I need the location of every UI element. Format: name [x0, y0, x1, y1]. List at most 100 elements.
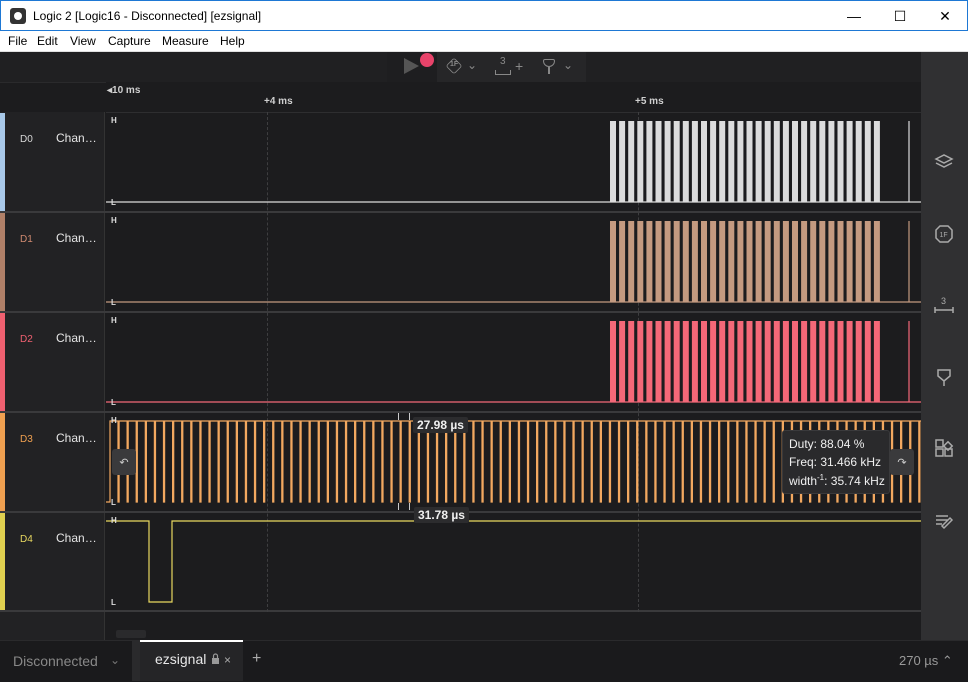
- signal-pulse-d1: [810, 221, 817, 302]
- add-tab-button[interactable]: +: [252, 650, 261, 668]
- channel-header-d0[interactable]: [0, 112, 105, 211]
- signal-pulse-d2: [737, 321, 744, 402]
- channel-color-d0: [0, 113, 5, 211]
- signal-pulse-d0: [619, 121, 626, 202]
- channel-name-d2[interactable]: Chan…: [56, 331, 97, 345]
- signal-pulse-d0: [655, 121, 662, 202]
- level-high-d2: H: [111, 316, 117, 325]
- signal-pulse-d1: [773, 221, 780, 302]
- maximize-button[interactable]: ☐: [877, 1, 923, 31]
- waveform-canvas[interactable]: [106, 112, 921, 612]
- prev-edge-button[interactable]: ↶: [112, 449, 136, 475]
- minimize-button[interactable]: —: [831, 1, 877, 31]
- signal-pulse-d2: [846, 321, 853, 402]
- channel-header-d1[interactable]: [0, 213, 105, 311]
- markers-icon[interactable]: [933, 366, 955, 388]
- signal-pulse-d1: [819, 221, 826, 302]
- signal-pulse-d0: [764, 121, 771, 202]
- level-low-d1: L: [111, 298, 116, 307]
- signal-pulse-d1: [792, 221, 798, 302]
- zoom-level-control[interactable]: 270 µs ⌃: [899, 653, 953, 669]
- signal-pulse-d2: [782, 321, 789, 402]
- layers-icon[interactable]: [933, 150, 955, 172]
- chevron-down-icon[interactable]: ⌄: [563, 58, 573, 72]
- channel-id-d2: D2: [20, 334, 33, 345]
- channel-name-d3[interactable]: Chan…: [56, 431, 97, 445]
- add-measurement-button[interactable]: +: [515, 58, 523, 74]
- pulse-width-top: 27.98 µs: [413, 417, 468, 433]
- channel-name-d0[interactable]: Chan…: [56, 131, 97, 145]
- signal-pulse-d0: [828, 121, 835, 202]
- signal-pulse-d1: [673, 221, 680, 302]
- signal-pulse-d0: [819, 121, 826, 202]
- signal-pulse-d1: [864, 221, 871, 302]
- signal-pulse-d0: [855, 121, 862, 202]
- signal-pulse-d2: [819, 321, 826, 402]
- menu-help[interactable]: Help: [220, 34, 245, 48]
- signal-pulse-d2: [864, 321, 871, 402]
- signal-pulse-d0: [755, 121, 762, 202]
- signal-pulse-d2: [801, 321, 808, 402]
- channel-header-d3[interactable]: [0, 413, 105, 511]
- signal-pulse-d2: [655, 321, 662, 402]
- close-window-button[interactable]: ✕: [922, 1, 968, 31]
- channel-name-d4[interactable]: Chan…: [56, 531, 97, 545]
- chevron-down-icon[interactable]: ⌄: [467, 58, 477, 72]
- svg-text:1F: 1F: [940, 232, 948, 239]
- chevron-down-icon[interactable]: ⌄: [110, 653, 120, 667]
- signal-pulse-d0: [846, 121, 853, 202]
- channel-name-d1[interactable]: Chan…: [56, 231, 97, 245]
- device-status-dropdown[interactable]: Disconnected: [13, 653, 98, 669]
- signal-pulse-d2: [610, 321, 616, 402]
- channel-id-d1: D1: [20, 234, 33, 245]
- signal-pulse-d0: [773, 121, 780, 202]
- signal-pulse-d1: [837, 221, 844, 302]
- pulse-width-bottom: 31.78 µs: [414, 507, 469, 523]
- channel-id-d4: D4: [20, 534, 33, 545]
- signal-pulse-d1: [691, 221, 698, 302]
- menu-capture[interactable]: Capture: [108, 34, 151, 48]
- level-high-d3: H: [111, 416, 117, 425]
- signal-pulse-d1: [610, 221, 616, 302]
- signal-pulse-d2: [691, 321, 698, 402]
- signal-pulse-d0: [746, 121, 753, 202]
- signal-pulse-d1: [828, 221, 835, 302]
- horizontal-scrollbar[interactable]: [116, 630, 146, 638]
- signal-pulse-d0: [701, 121, 707, 202]
- signal-pulse-d0: [728, 121, 735, 202]
- level-low-d2: L: [111, 398, 116, 407]
- signal-pulse-d0: [801, 121, 808, 202]
- window-title: Logic 2 [Logic16 - Disconnected] [ezsign…: [33, 9, 262, 23]
- signal-pulse-d1: [655, 221, 662, 302]
- menu-view[interactable]: View: [70, 34, 96, 48]
- level-low-d4: L: [111, 598, 116, 607]
- menu-bar: File Edit View Capture Measure Help: [0, 31, 968, 52]
- signal-pulse-d2: [719, 321, 726, 402]
- lock-icon: [212, 653, 219, 664]
- measurements-toolbar-icon[interactable]: 3: [500, 56, 506, 67]
- signal-pulse-d0: [810, 121, 817, 202]
- signal-pulse-d1: [728, 221, 735, 302]
- notes-icon[interactable]: [933, 510, 955, 532]
- menu-file[interactable]: File: [8, 34, 27, 48]
- ruler-icon: [495, 70, 511, 75]
- signal-pulse-d2: [682, 321, 689, 402]
- channel-header-d2[interactable]: [0, 313, 105, 411]
- record-indicator: [420, 53, 434, 67]
- signal-pulse-d1: [619, 221, 626, 302]
- session-tab-label[interactable]: ezsignal: [155, 651, 206, 667]
- next-edge-button[interactable]: ↷: [890, 449, 914, 475]
- menu-edit[interactable]: Edit: [37, 34, 58, 48]
- extensions-icon[interactable]: [933, 437, 955, 459]
- signal-pulse-d2: [637, 321, 644, 402]
- channel-id-d0: D0: [20, 134, 33, 145]
- channel-header-d4[interactable]: [0, 513, 105, 611]
- menu-measure[interactable]: Measure: [162, 34, 209, 48]
- measurements-icon[interactable]: 3: [933, 295, 955, 317]
- time-ruler[interactable]: [106, 82, 921, 113]
- signal-pulse-d0: [673, 121, 680, 202]
- close-tab-button[interactable]: ×: [224, 653, 231, 667]
- signal-pulse-d2: [628, 321, 635, 402]
- analyzers-icon[interactable]: 1F: [933, 223, 955, 245]
- signal-pulse-d2: [828, 321, 835, 402]
